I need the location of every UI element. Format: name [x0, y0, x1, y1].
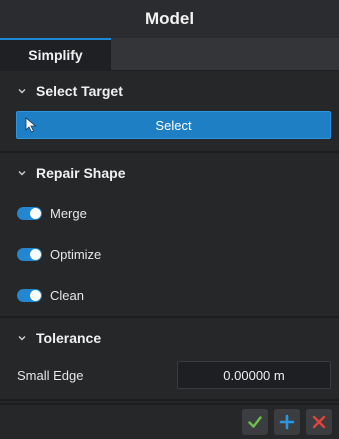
add-button[interactable] [274, 409, 300, 435]
close-icon [312, 415, 326, 429]
clean-label: Clean [50, 288, 84, 303]
plus-icon [279, 414, 295, 430]
tolerance-section: Tolerance Small Edge 0.00000 m [0, 318, 339, 401]
optimize-toggle[interactable] [17, 248, 42, 261]
tab-bar: Simplify [0, 38, 339, 71]
select-target-title: Select Target [36, 83, 123, 99]
merge-row: Merge [0, 193, 339, 234]
small-edge-row: Small Edge 0.00000 m [0, 358, 339, 392]
tolerance-title: Tolerance [36, 330, 102, 346]
select-button-label: Select [155, 117, 192, 133]
footer-bar [0, 403, 339, 439]
select-button[interactable]: Select [16, 111, 331, 139]
merge-toggle[interactable] [17, 207, 42, 220]
window-title: Model [0, 0, 339, 38]
select-target-header[interactable]: Select Target [0, 71, 339, 111]
optimize-label: Optimize [50, 247, 102, 262]
tolerance-header[interactable]: Tolerance [0, 318, 339, 358]
clean-row: Clean [0, 275, 339, 316]
chevron-down-icon [14, 83, 30, 99]
repair-shape-header[interactable]: Repair Shape [0, 153, 339, 193]
merge-label: Merge [50, 206, 87, 221]
cancel-button[interactable] [306, 409, 332, 435]
ok-button[interactable] [242, 409, 268, 435]
chevron-down-icon [14, 165, 30, 181]
small-edge-label: Small Edge [17, 367, 84, 383]
repair-shape-section: Repair Shape Merge Optimize Clean [0, 153, 339, 318]
clean-toggle[interactable] [17, 289, 42, 302]
check-icon [248, 416, 262, 428]
small-edge-input[interactable]: 0.00000 m [177, 361, 331, 389]
tab-simplify[interactable]: Simplify [0, 38, 111, 70]
chevron-down-icon [14, 330, 30, 346]
select-target-section: Select Target Select [0, 71, 339, 153]
repair-shape-title: Repair Shape [36, 165, 126, 181]
cursor-icon [25, 117, 37, 133]
optimize-row: Optimize [0, 234, 339, 275]
